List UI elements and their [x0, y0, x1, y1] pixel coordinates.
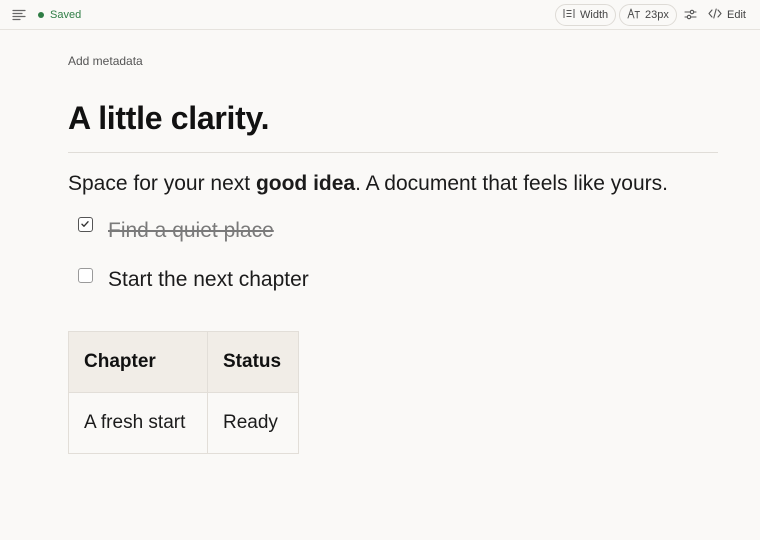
edit-button[interactable]: Edit: [708, 7, 746, 23]
top-toolbar: Saved Width 23px Edit: [0, 0, 760, 30]
saved-status: Saved: [50, 9, 82, 21]
checkmark-icon: [81, 221, 89, 227]
font-size-icon: [627, 8, 640, 22]
saved-status-dot: [38, 12, 44, 18]
document-table: Chapter Status A fresh start Ready: [68, 331, 299, 454]
width-button[interactable]: Width: [555, 4, 616, 26]
menu-icon[interactable]: [12, 8, 28, 22]
add-metadata-link[interactable]: Add metadata: [68, 54, 143, 68]
font-size-value: 23px: [645, 9, 669, 21]
edit-label: Edit: [727, 9, 746, 21]
table-header-cell[interactable]: Chapter: [68, 331, 208, 393]
document-title[interactable]: A little clarity.: [68, 100, 269, 137]
table-row: A fresh start Ready: [68, 392, 299, 454]
document-paragraph[interactable]: Space for your next good idea. A documen…: [68, 172, 668, 196]
paragraph-bold-text: good idea: [255, 172, 356, 195]
task-label-completed[interactable]: Find a quiet place: [108, 219, 274, 243]
width-icon: [563, 8, 575, 22]
font-size-button[interactable]: 23px: [619, 4, 677, 26]
task-checkbox-unchecked[interactable]: [78, 268, 93, 283]
paragraph-text-start: Space for your next: [68, 172, 256, 195]
title-divider: [68, 152, 718, 153]
table-cell[interactable]: Ready: [207, 392, 299, 454]
table-cell[interactable]: A fresh start: [68, 392, 208, 454]
width-label: Width: [580, 9, 609, 21]
task-checkbox-checked[interactable]: [78, 217, 93, 232]
paragraph-text-end: . A document that feels like yours.: [355, 172, 668, 195]
code-icon: [708, 8, 722, 22]
table-header-row: Chapter Status: [68, 331, 299, 393]
task-label[interactable]: Start the next chapter: [108, 268, 309, 292]
table-header-cell[interactable]: Status: [207, 331, 299, 393]
settings-sliders-icon[interactable]: [684, 8, 698, 22]
